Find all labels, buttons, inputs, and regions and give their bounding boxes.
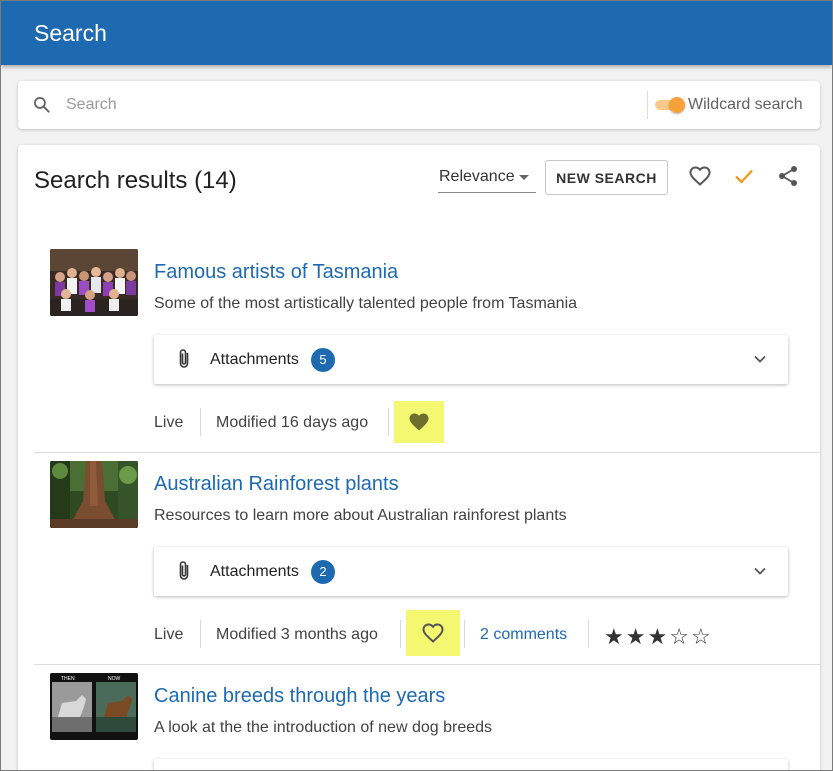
search-input[interactable] [66, 91, 626, 119]
star-empty-icon[interactable]: ☆ [669, 624, 691, 649]
result-divider [34, 664, 820, 665]
attachments-count-badge: 5 [311, 348, 335, 372]
heart-outline-icon [422, 623, 444, 643]
thumb-label-now: NOW [108, 676, 121, 682]
chevron-down-icon [754, 567, 766, 575]
star-filled-icon[interactable]: ★ [626, 624, 648, 649]
chevron-down-icon [754, 355, 766, 363]
page-title: Search [34, 20, 107, 46]
result-description: A look at the the introduction of new do… [154, 719, 493, 736]
wildcard-toggle[interactable] [655, 96, 685, 114]
attachments-expander[interactable] [154, 759, 788, 771]
results-heading: Search results (14) [34, 167, 237, 194]
result-description: Resources to learn more about Australian… [154, 507, 567, 524]
search-icon [34, 97, 50, 113]
result-title-link[interactable]: Canine breeds through the years [154, 685, 445, 708]
attachments-expander[interactable]: Attachments 5 [154, 335, 788, 384]
heart-filled-icon [409, 413, 429, 431]
attachments-label: Attachments [210, 563, 299, 580]
favourite-button[interactable] [394, 401, 444, 443]
search-bar: Wildcard search [18, 81, 820, 129]
result-thumbnail[interactable]: THEN NOW [50, 673, 138, 740]
result-divider [34, 452, 820, 453]
sort-select-value: Relevance [439, 168, 515, 185]
star-empty-icon[interactable]: ☆ [691, 624, 713, 649]
app-bar: Search [1, 1, 832, 65]
modified-label: Modified 16 days ago [216, 414, 369, 431]
star-filled-icon[interactable]: ★ [604, 624, 626, 649]
paperclip-icon [179, 349, 189, 368]
modified-label: Modified 3 months ago [216, 626, 378, 643]
result-description: Some of the most artistically talented p… [154, 295, 578, 312]
paperclip-icon [179, 561, 189, 580]
result-thumbnail[interactable] [50, 249, 138, 316]
result-meta: Live Modified 3 months ago 2 comments ★★… [154, 610, 794, 656]
thumb-label-then: THEN [61, 676, 75, 682]
star-filled-icon[interactable]: ★ [647, 624, 669, 649]
comments-link[interactable]: 2 comments [480, 626, 567, 644]
star-rating[interactable]: ★★★☆☆ [604, 624, 713, 650]
result-thumbnail[interactable] [50, 461, 138, 528]
attachments-label: Attachments [210, 351, 299, 368]
result-title-link[interactable]: Australian Rainforest plants [154, 473, 399, 496]
favourites-heart-icon[interactable] [688, 164, 712, 188]
wildcard-label: Wildcard search [688, 96, 803, 113]
favourite-button[interactable] [406, 610, 460, 656]
new-search-button[interactable]: NEW SEARCH [545, 160, 668, 195]
search-results-panel: Search results (14) Relevance NEW SEARCH [18, 145, 820, 771]
check-icon[interactable] [732, 164, 756, 188]
attachments-expander[interactable]: Attachments 2 [154, 547, 788, 596]
result-meta: Live Modified 16 days ago [154, 401, 794, 443]
chevron-down-icon [519, 175, 529, 180]
status-label: Live [154, 626, 184, 643]
status-label: Live [154, 414, 184, 431]
search-divider [647, 91, 648, 119]
attachments-count-badge: 2 [311, 560, 335, 584]
share-icon[interactable] [776, 164, 800, 188]
result-title-link[interactable]: Famous artists of Tasmania [154, 261, 398, 284]
sort-select[interactable]: Relevance [438, 161, 536, 193]
